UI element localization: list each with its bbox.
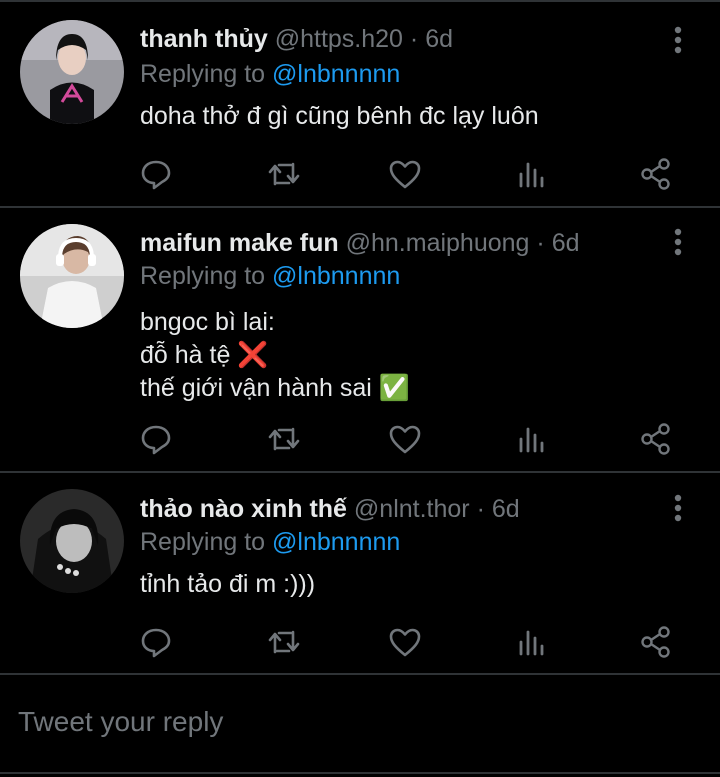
timestamp[interactable]: 6d (552, 229, 580, 257)
avatar[interactable] (20, 20, 124, 124)
mention-link[interactable]: @lnbnnnnn (272, 262, 400, 290)
tweet-text: bngoc bì lai: đỗ hà tệ ❌ thế giới vận hà… (140, 306, 410, 405)
tweet-text-line: tỉnh tảo đi m :))) (140, 570, 316, 598)
check-mark-emoji: ✅ (378, 374, 410, 402)
tweet-divider (0, 206, 720, 208)
display-name[interactable]: thanh thủy (140, 25, 268, 53)
action-bar (0, 421, 720, 461)
user-handle[interactable]: @hn.maiphuong (346, 229, 530, 257)
views-icon[interactable] (513, 156, 549, 192)
action-bar (0, 156, 720, 196)
share-icon[interactable] (638, 156, 674, 192)
views-icon[interactable] (513, 421, 549, 457)
share-icon[interactable] (638, 624, 674, 660)
tweet-divider (0, 673, 720, 675)
replying-to: Replying to @lnbnnnnn (140, 527, 400, 557)
display-name[interactable]: thảo nào xinh thế (140, 495, 347, 523)
tweet-text-line: đỗ hà tệ ❌ (140, 339, 410, 372)
retweet-icon[interactable] (266, 624, 302, 660)
retweet-icon[interactable] (266, 421, 302, 457)
user-handle[interactable]: @https.h20 (275, 25, 403, 53)
like-icon[interactable] (387, 156, 423, 192)
views-icon[interactable] (513, 624, 549, 660)
tweet-reply-input[interactable]: Tweet your reply (18, 706, 223, 738)
display-name[interactable]: maifun make fun (140, 229, 339, 257)
more-icon[interactable] (666, 26, 690, 56)
mention-link[interactable]: @lnbnnnnn (272, 528, 400, 556)
tweet-text: tỉnh tảo đi m :))) (140, 568, 315, 601)
separator-dot: · (476, 495, 485, 523)
replying-to: Replying to @lnbnnnnn (140, 59, 400, 89)
share-icon[interactable] (638, 421, 674, 457)
mention-link[interactable]: @lnbnnnnn (272, 60, 400, 88)
tweet-text-fragment: thế giới vận hành sai (140, 374, 372, 402)
reply-input-underline (0, 772, 720, 774)
more-icon[interactable] (666, 228, 690, 258)
cross-mark-emoji: ❌ (237, 341, 269, 369)
tweet-text-line: bngoc bì lai: (140, 308, 275, 336)
replying-to: Replying to @lnbnnnnn (140, 261, 400, 291)
tweet-text-line: thế giới vận hành sai ✅ (140, 372, 410, 405)
reply-icon[interactable] (138, 421, 174, 457)
replying-to-label: Replying to (140, 262, 273, 290)
tweet-divider (0, 471, 720, 473)
action-bar (0, 624, 720, 664)
user-handle[interactable]: @nlnt.thor (354, 495, 470, 523)
timestamp[interactable]: 6d (425, 25, 453, 53)
tweet-text: doha thở đ gì cũng bênh đc lạy luôn (140, 100, 539, 133)
retweet-icon[interactable] (266, 156, 302, 192)
avatar[interactable] (20, 224, 124, 328)
like-icon[interactable] (387, 421, 423, 457)
timestamp[interactable]: 6d (492, 495, 520, 523)
tweet-text-fragment: đỗ hà tệ (140, 341, 231, 369)
avatar[interactable] (20, 489, 124, 593)
more-icon[interactable] (666, 494, 690, 524)
replying-to-label: Replying to (140, 60, 273, 88)
tweet-text-line: doha thở đ gì cũng bênh đc lạy luôn (140, 102, 539, 130)
like-icon[interactable] (387, 624, 423, 660)
top-divider (0, 0, 720, 2)
separator-dot: · (536, 229, 545, 257)
separator-dot: · (409, 25, 419, 53)
reply-icon[interactable] (138, 156, 174, 192)
replying-to-label: Replying to (140, 528, 273, 556)
reply-icon[interactable] (138, 624, 174, 660)
